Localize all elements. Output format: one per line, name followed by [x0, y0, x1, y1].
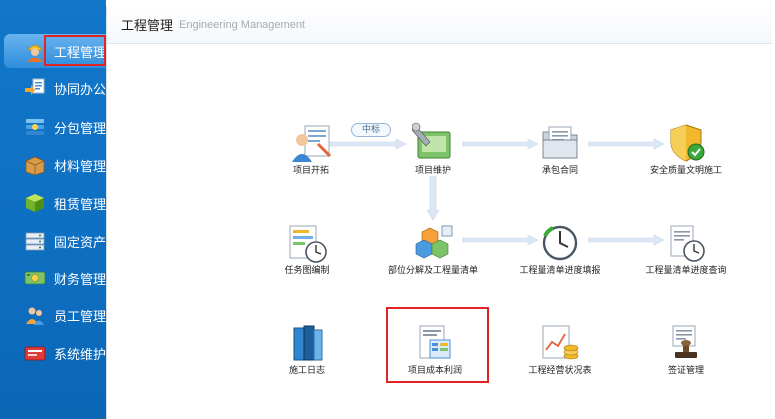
node-construction-log[interactable]: 施工日志 [262, 322, 352, 376]
sidebar-item-label: 材料管理 [53, 159, 106, 175]
staff-icon [22, 302, 48, 328]
worker-icon [22, 38, 48, 64]
sidebar-item-label: 财务管理 [53, 272, 106, 288]
node-label: 工程经营状况表 [528, 366, 592, 376]
node-label: 部位分解及工程量清单 [388, 266, 479, 276]
node-label: 任务图编制 [284, 266, 330, 276]
node-progress-fill[interactable]: 工程量清单进度填报 [515, 222, 605, 276]
node-project-start[interactable]: 项目开拓 [266, 122, 356, 176]
sidebar: 工程管理 协同办公 分包管理 材料管理 租赁管理 固定资产 财务管理 员工管理 … [0, 0, 106, 419]
flow-arrow-down [426, 176, 440, 221]
node-label: 项目开拓 [292, 166, 329, 176]
subcontract-icon [22, 114, 48, 140]
project-maintain-icon [412, 122, 451, 159]
fixed-asset-icon [22, 228, 48, 254]
sidebar-item-label: 固定资产 [53, 235, 106, 251]
sidebar-item-engineering[interactable]: 工程管理 [4, 34, 106, 68]
sidebar-item-label: 分包管理 [53, 121, 106, 137]
decompose-cubes-icon [415, 225, 453, 259]
node-label: 项目维护 [414, 166, 451, 176]
sidebar-item-staff[interactable]: 员工管理 [0, 298, 106, 332]
node-visa[interactable]: 签证管理 [641, 322, 731, 376]
contract-folder-icon [542, 126, 578, 159]
task-chart-icon [289, 225, 327, 263]
node-contract[interactable]: 承包合同 [515, 122, 605, 176]
node-safety[interactable]: 安全质量文明施工 [641, 122, 731, 176]
safety-shield-icon [670, 124, 705, 162]
node-label: 项目成本利润 [407, 366, 462, 376]
page-subtitle: Engineering Management [179, 18, 305, 31]
sidebar-item-lease[interactable]: 租赁管理 [0, 186, 106, 220]
panel-header: 工程管理 Engineering Management [107, 6, 772, 44]
system-maintenance-icon [22, 340, 48, 366]
bid-won-tag: 中标 [351, 123, 392, 137]
visa-stamp-icon [672, 325, 697, 358]
node-label: 工程量清单进度查询 [645, 266, 727, 276]
business-status-chart-icon [542, 325, 579, 360]
node-label: 承包合同 [541, 166, 578, 176]
node-label: 工程量清单进度填报 [519, 266, 601, 276]
sidebar-item-label: 协同办公 [53, 82, 106, 98]
finance-icon [22, 265, 48, 291]
progress-fill-clock-icon [542, 225, 578, 261]
sidebar-item-label: 租赁管理 [53, 197, 106, 213]
node-business-status[interactable]: 工程经营状况表 [515, 322, 605, 376]
sidebar-item-label: 工程管理 [53, 45, 106, 61]
sidebar-item-finance[interactable]: 财务管理 [0, 261, 106, 295]
sidebar-item-collaboration[interactable]: 协同办公 [0, 71, 106, 105]
collaboration-icon [22, 75, 48, 101]
sidebar-item-label: 系统维护 [53, 347, 106, 363]
node-label: 签证管理 [667, 366, 704, 376]
node-cost-profit[interactable]: 项目成本利润 [390, 322, 480, 376]
page-title: 工程管理 [121, 19, 174, 34]
node-decompose[interactable]: 部位分解及工程量清单 [388, 222, 478, 276]
sidebar-item-subcontract[interactable]: 分包管理 [0, 110, 106, 144]
progress-query-icon [670, 225, 705, 262]
sidebar-item-material[interactable]: 材料管理 [0, 148, 106, 182]
sidebar-item-fixed-assets[interactable]: 固定资产 [0, 224, 106, 258]
node-label: 施工日志 [288, 366, 325, 376]
construction-log-books-icon [293, 325, 323, 361]
node-progress-query[interactable]: 工程量清单进度查询 [641, 222, 731, 276]
lease-cube-icon [22, 190, 48, 216]
cost-profit-sheet-icon [419, 325, 451, 359]
material-box-icon [22, 152, 48, 178]
node-task-chart[interactable]: 任务图编制 [262, 222, 352, 276]
sidebar-item-system[interactable]: 系统维护 [0, 336, 106, 370]
node-project-maintain[interactable]: 项目维护 [388, 122, 478, 176]
sidebar-item-label: 员工管理 [53, 309, 106, 325]
project-start-icon [292, 125, 332, 162]
node-label: 安全质量文明施工 [649, 166, 722, 176]
